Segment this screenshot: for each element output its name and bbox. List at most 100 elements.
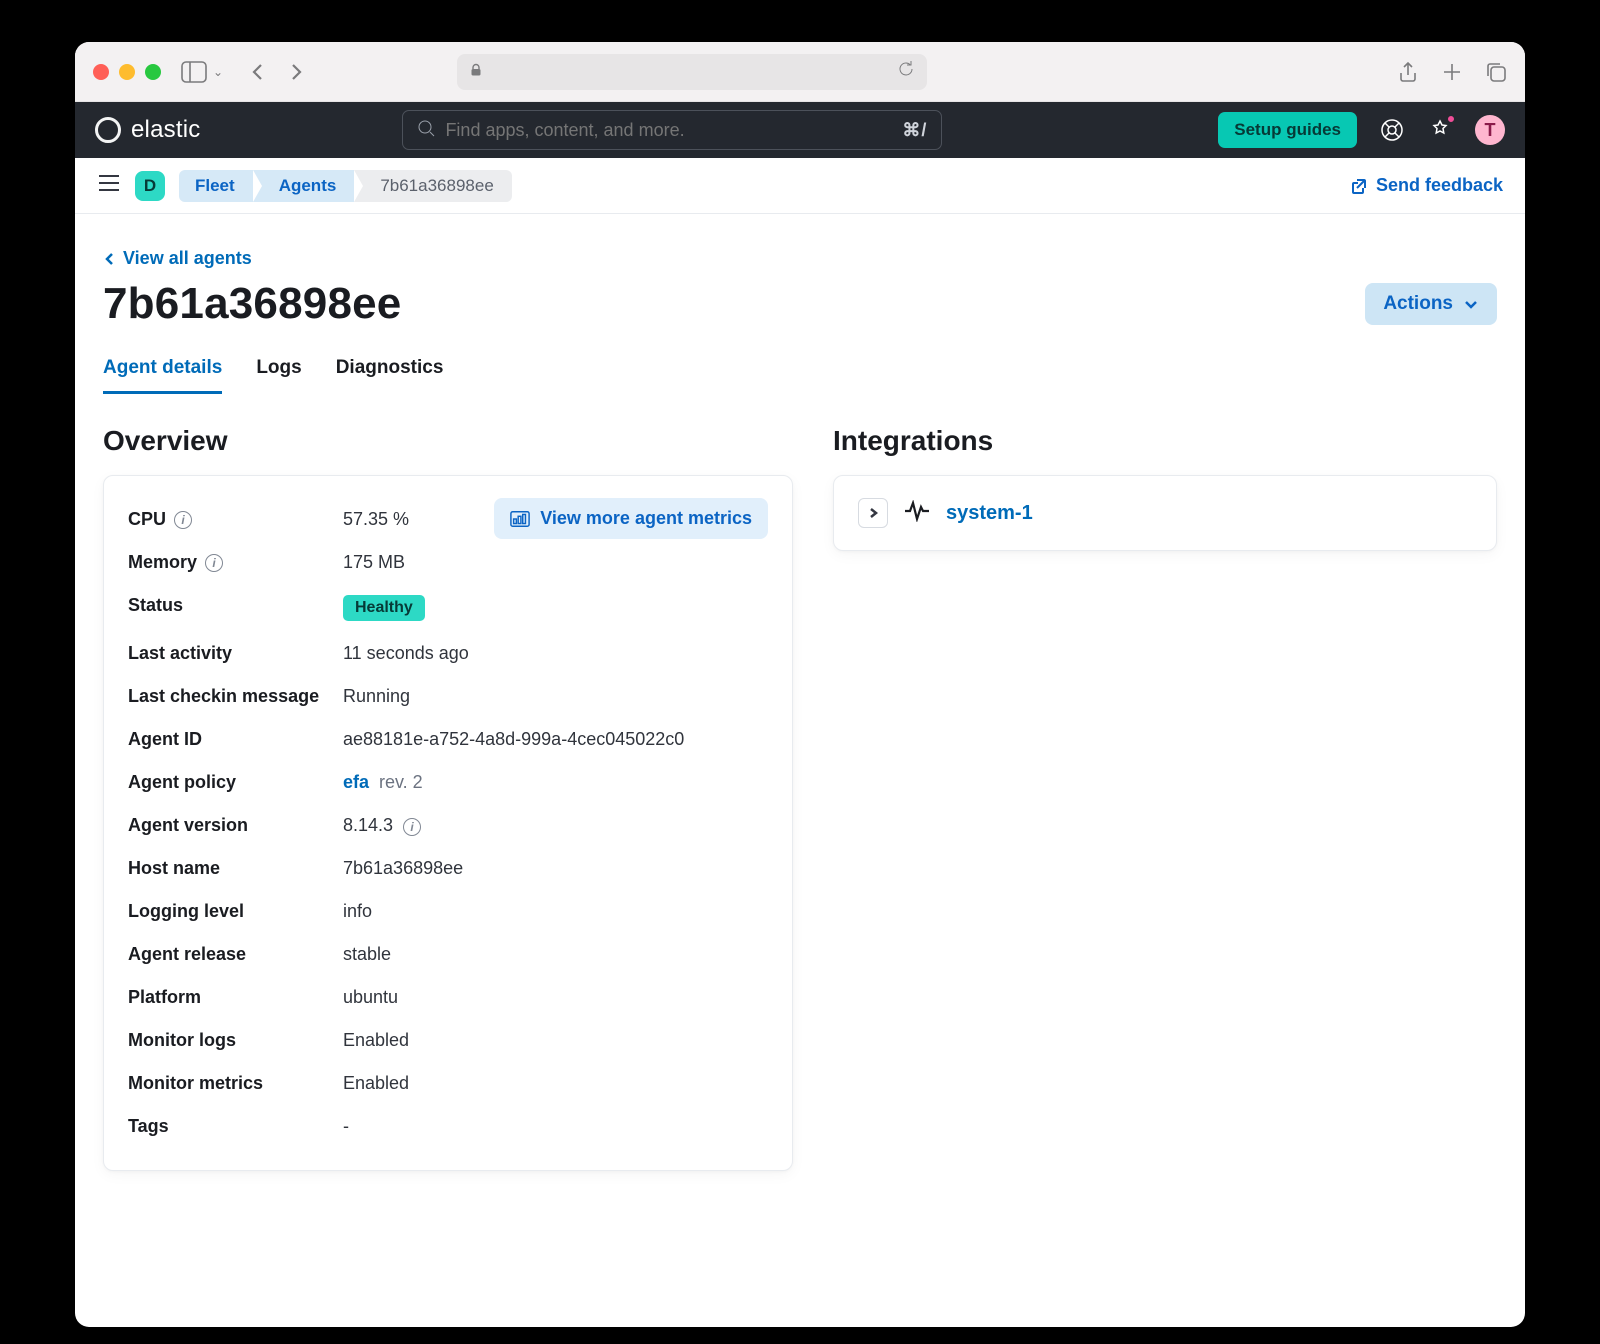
overview-value: 175 MB (343, 552, 478, 573)
search-icon (417, 119, 435, 142)
new-tab-icon[interactable] (1441, 61, 1463, 83)
refresh-icon[interactable] (897, 60, 915, 83)
notification-dot-icon (1446, 114, 1456, 124)
breadcrumb-current: 7b61a36898ee (354, 170, 511, 202)
window-zoom-icon[interactable] (145, 64, 161, 80)
send-feedback-label: Send feedback (1376, 175, 1503, 196)
overview-value: ubuntu (343, 987, 768, 1008)
send-feedback-link[interactable]: Send feedback (1350, 175, 1503, 196)
overview-value: 8.14.3i (343, 815, 768, 836)
page-title: 7b61a36898ee (103, 279, 401, 329)
view-more-metrics-button[interactable]: View more agent metrics (494, 498, 768, 539)
back-to-agents-label: View all agents (123, 248, 252, 269)
overview-row: StatusHealthy (128, 584, 768, 632)
breadcrumbs: Fleet Agents 7b61a36898ee (179, 170, 512, 202)
overview-value: efa rev. 2 (343, 772, 768, 793)
window-controls (93, 64, 161, 80)
elastic-logo-text: elastic (131, 116, 200, 144)
overview-value: 57.35 % (343, 509, 478, 530)
tab-group-dropdown-icon[interactable]: ⌄ (213, 65, 223, 79)
nav-menu-icon[interactable] (97, 173, 121, 198)
agent-policy-link[interactable]: efa (343, 772, 369, 792)
overview-label: CPUi (128, 509, 343, 530)
global-search[interactable]: ⌘/ (402, 110, 942, 150)
global-search-input[interactable] (445, 120, 892, 141)
overview-label: Status (128, 595, 343, 616)
metrics-icon (510, 510, 530, 528)
setup-guides-button[interactable]: Setup guides (1218, 112, 1357, 148)
overview-value: - (343, 1116, 768, 1137)
app-header: elastic ⌘/ Setup guides T (75, 102, 1525, 158)
overview-row: Last activity11 seconds ago (128, 632, 768, 675)
breadcrumb-fleet[interactable]: Fleet (179, 170, 253, 202)
overview-value: Running (343, 686, 768, 707)
info-icon[interactable]: i (403, 818, 421, 836)
overview-row: Tags- (128, 1105, 768, 1148)
browser-window: ⌄ (75, 42, 1525, 1327)
tab-overview-icon[interactable] (1485, 61, 1507, 83)
overview-row: Last checkin messageRunning (128, 675, 768, 718)
overview-label: Tags (128, 1116, 343, 1137)
overview-row: Platformubuntu (128, 976, 768, 1019)
overview-row: Host name7b61a36898ee (128, 847, 768, 890)
overview-row: Monitor logsEnabled (128, 1019, 768, 1062)
news-icon[interactable] (1427, 117, 1453, 143)
space-badge[interactable]: D (135, 171, 165, 201)
overview-value: info (343, 901, 768, 922)
overview-row: Memoryi175 MB (128, 541, 478, 584)
sidebar-toggle-icon[interactable] (181, 61, 207, 83)
lock-icon (469, 61, 483, 82)
overview-label: Monitor metrics (128, 1073, 343, 1094)
nav-back-icon[interactable] (249, 63, 267, 81)
tab-logs[interactable]: Logs (256, 357, 301, 394)
back-to-agents-link[interactable]: View all agents (103, 248, 1497, 269)
overview-value: Healthy (343, 595, 768, 621)
overview-label: Monitor logs (128, 1030, 343, 1051)
overview-row: Agent IDae88181e-a752-4a8d-999a-4cec0450… (128, 718, 768, 761)
overview-value: ae88181e-a752-4a8d-999a-4cec045022c0 (343, 729, 768, 750)
info-icon[interactable]: i (205, 554, 223, 572)
overview-value: Enabled (343, 1073, 768, 1094)
integrations-panel: system-1 (833, 475, 1497, 551)
tab-agent-details[interactable]: Agent details (103, 357, 222, 394)
overview-label: Last activity (128, 643, 343, 664)
window-minimize-icon[interactable] (119, 64, 135, 80)
integration-icon (904, 500, 930, 527)
elastic-logo[interactable]: elastic (95, 116, 200, 144)
help-icon[interactable] (1379, 117, 1405, 143)
status-badge: Healthy (343, 595, 425, 621)
overview-label: Agent version (128, 815, 343, 836)
view-more-metrics-label: View more agent metrics (540, 508, 752, 529)
overview-value: stable (343, 944, 768, 965)
info-icon[interactable]: i (174, 511, 192, 529)
user-avatar[interactable]: T (1475, 115, 1505, 145)
overview-row: Agent policyefarev. 2 (128, 761, 768, 804)
integration-name[interactable]: system-1 (946, 502, 1033, 525)
agent-policy-rev: rev. 2 (379, 772, 423, 792)
search-shortcut: ⌘/ (902, 120, 927, 141)
overview-label: Agent ID (128, 729, 343, 750)
tabs: Agent details Logs Diagnostics (103, 357, 1497, 395)
share-icon[interactable] (1397, 61, 1419, 83)
sub-header: D Fleet Agents 7b61a36898ee Send feedbac… (75, 158, 1525, 214)
window-close-icon[interactable] (93, 64, 109, 80)
nav-forward-icon[interactable] (287, 63, 305, 81)
chevron-down-icon (1463, 296, 1479, 312)
expand-integration-button[interactable] (858, 498, 888, 528)
overview-row: CPUi57.35 % (128, 498, 478, 541)
page-body: View all agents 7b61a36898ee Actions Age… (75, 214, 1525, 1327)
overview-panel: View more agent metrics CPUi57.35 %Memor… (103, 475, 793, 1171)
integration-row: system-1 (858, 498, 1472, 528)
actions-button[interactable]: Actions (1365, 283, 1497, 325)
overview-label: Memoryi (128, 552, 343, 573)
overview-row: Logging levelinfo (128, 890, 768, 933)
overview-heading: Overview (103, 425, 793, 457)
overview-value: 11 seconds ago (343, 643, 768, 664)
overview-label: Agent release (128, 944, 343, 965)
tab-diagnostics[interactable]: Diagnostics (336, 357, 444, 394)
url-bar[interactable] (457, 54, 927, 90)
elastic-logo-icon (95, 117, 121, 143)
overview-label: Logging level (128, 901, 343, 922)
actions-label: Actions (1383, 293, 1453, 315)
breadcrumb-agents[interactable]: Agents (253, 170, 355, 202)
